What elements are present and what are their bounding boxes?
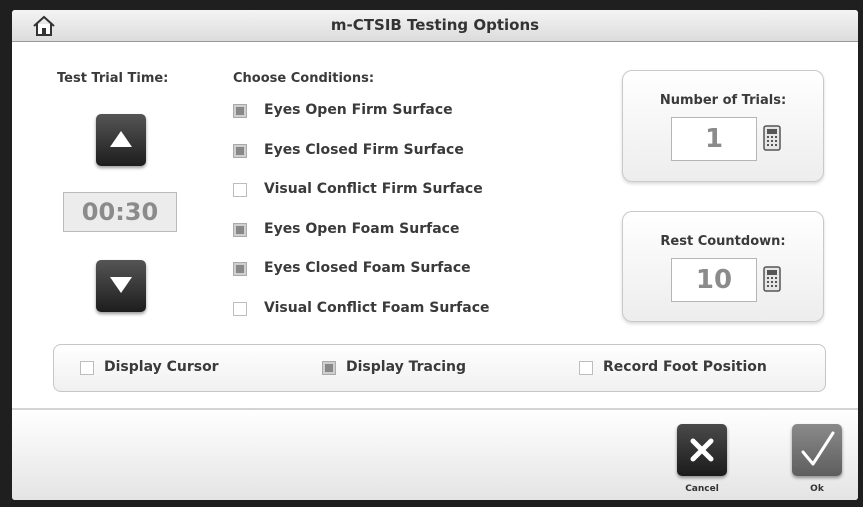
number-of-trials-label: Number of Trials: [659, 93, 787, 108]
choose-conditions-label: Choose Conditions: [233, 71, 375, 86]
display-tracing-checkbox[interactable] [322, 361, 336, 375]
checkmark-icon [801, 431, 835, 466]
test-trial-time-label: Test Trial Time: [57, 71, 169, 86]
ok-button[interactable] [792, 424, 842, 476]
number-of-trials-panel: Number of Trials: 1 [622, 70, 824, 182]
condition-checkbox[interactable] [233, 144, 247, 158]
decrease-time-button[interactable] [96, 260, 146, 312]
condition-label: Visual Conflict Foam Surface [264, 300, 490, 316]
condition-label: Eyes Closed Firm Surface [264, 142, 464, 158]
screen-frame: m-CTSIB Testing Options Test Trial Time:… [0, 0, 863, 507]
display-cursor-label: Display Cursor [104, 359, 219, 375]
calculator-icon[interactable] [763, 125, 781, 151]
trial-time-value: 00:30 [63, 192, 177, 232]
condition-label: Visual Conflict Firm Surface [264, 181, 483, 197]
increase-time-button[interactable] [96, 114, 146, 166]
condition-checkbox[interactable] [233, 183, 247, 197]
number-of-trials-field[interactable]: 1 [671, 117, 757, 161]
rest-countdown-panel: Rest Countdown: 10 [622, 211, 824, 322]
display-options-bar: Display Cursor Display Tracing Record Fo… [53, 344, 826, 392]
condition-label: Eyes Closed Foam Surface [264, 260, 471, 276]
condition-checkbox[interactable] [233, 262, 247, 276]
condition-checkbox[interactable] [233, 104, 247, 118]
calculator-icon[interactable] [763, 266, 781, 292]
display-cursor-checkbox[interactable] [80, 361, 94, 375]
window-title: m-CTSIB Testing Options [330, 16, 540, 34]
cancel-label: Cancel [685, 484, 719, 494]
up-arrow-icon [110, 131, 132, 147]
record-foot-position-checkbox[interactable] [579, 361, 593, 375]
down-arrow-icon [110, 277, 132, 293]
rest-countdown-label: Rest Countdown: [660, 234, 786, 249]
cancel-button[interactable] [677, 424, 727, 476]
condition-label: Eyes Open Foam Surface [264, 221, 460, 237]
condition-checkbox[interactable] [233, 302, 247, 316]
condition-checkbox[interactable] [233, 223, 247, 237]
record-foot-position-label: Record Foot Position [603, 359, 767, 375]
rest-countdown-field[interactable]: 10 [671, 258, 757, 302]
title-bar: m-CTSIB Testing Options [12, 10, 858, 42]
display-tracing-label: Display Tracing [346, 359, 467, 375]
condition-label: Eyes Open Firm Surface [264, 102, 453, 118]
ok-label: Ok [810, 484, 824, 494]
x-icon [690, 438, 714, 462]
testing-options-window: m-CTSIB Testing Options Test Trial Time:… [12, 10, 858, 500]
